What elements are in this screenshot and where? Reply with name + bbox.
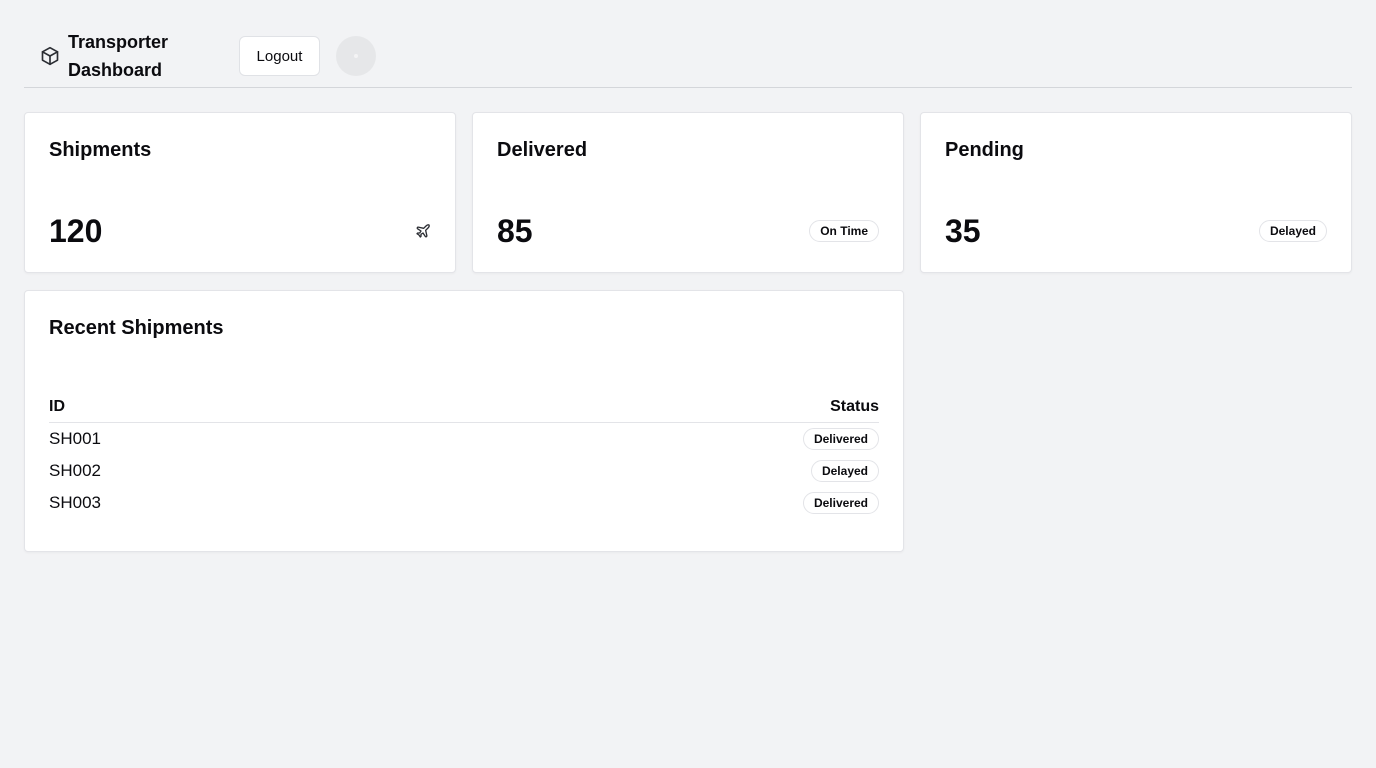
table-row[interactable]: SH002 Delayed xyxy=(49,455,879,487)
brand: Transporter Dashboard xyxy=(40,28,190,84)
stat-card-pending: Pending 35 Delayed xyxy=(920,112,1352,273)
stat-value: 120 xyxy=(49,213,103,249)
shipment-id: SH002 xyxy=(49,461,101,480)
app-title: Transporter Dashboard xyxy=(68,32,169,80)
status-badge: On Time xyxy=(809,220,879,242)
status-badge: Delivered xyxy=(802,428,879,450)
shipment-id: SH003 xyxy=(49,493,101,512)
plane-icon xyxy=(415,223,431,239)
app-header: Transporter Dashboard Logout xyxy=(24,24,1352,88)
recent-shipments-card: Recent Shipments ID Status SH001 Deliver… xyxy=(24,290,904,552)
table-row[interactable]: SH001 Delivered xyxy=(49,423,879,455)
stat-value: 35 xyxy=(945,213,981,249)
table-row[interactable]: SH003 Delivered xyxy=(49,487,879,519)
stat-card-delivered: Delivered 85 On Time xyxy=(472,112,904,273)
package-icon xyxy=(40,46,60,66)
stat-title: Pending xyxy=(945,139,1024,161)
recent-shipments-title: Recent Shipments xyxy=(49,317,224,339)
table-header: ID Status xyxy=(49,391,879,423)
status-badge: Delayed xyxy=(1258,220,1327,242)
column-header-status: Status xyxy=(830,397,879,415)
shipments-table: ID Status SH001 Delivered SH002 Delayed … xyxy=(49,391,879,519)
shipment-id: SH001 xyxy=(49,429,101,448)
status-badge: Delayed xyxy=(810,460,879,482)
status-badge: Delivered xyxy=(802,492,879,514)
stat-card-shipments: Shipments 120 xyxy=(24,112,456,273)
column-header-id: ID xyxy=(49,397,65,415)
stat-title: Delivered xyxy=(497,139,588,161)
stat-title: Shipments xyxy=(49,139,152,161)
logout-button[interactable]: Logout xyxy=(239,36,320,76)
avatar[interactable] xyxy=(336,36,376,76)
stat-value: 85 xyxy=(497,213,533,249)
